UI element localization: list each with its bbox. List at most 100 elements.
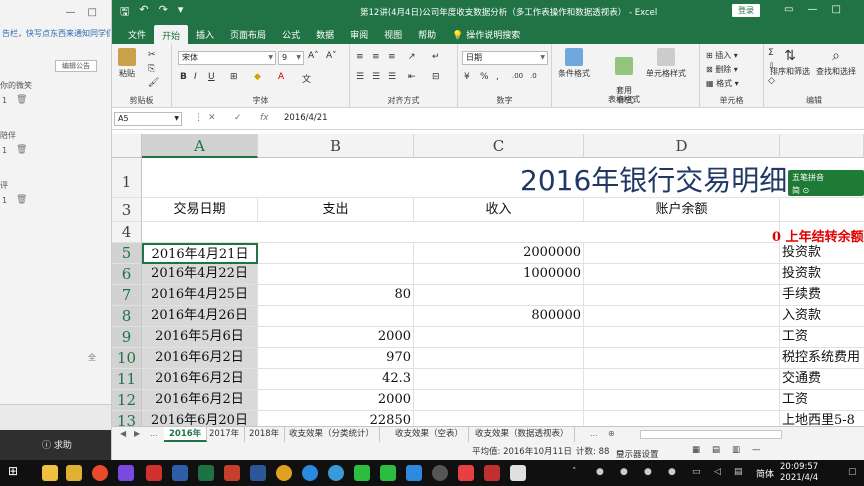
table-cell-date[interactable]: 2016年6月2日 bbox=[142, 390, 258, 411]
page-break-icon[interactable]: ▥ bbox=[732, 445, 740, 455]
table-cell-bal[interactable] bbox=[584, 285, 780, 306]
find-select-button[interactable]: ⌕ 查找和选择 bbox=[816, 48, 856, 77]
row-header[interactable]: 7 bbox=[112, 285, 142, 306]
browser-icon[interactable] bbox=[92, 465, 108, 481]
header-cell-expense[interactable]: 支出 bbox=[258, 198, 414, 222]
undo-icon[interactable]: ↶ bbox=[139, 3, 148, 22]
header-cell-income[interactable]: 收入 bbox=[414, 198, 584, 222]
table-cell-out[interactable]: 2000 bbox=[258, 390, 414, 411]
pdf-icon[interactable] bbox=[458, 465, 474, 481]
formula-input[interactable]: 2016/4/21 bbox=[284, 113, 328, 123]
tell-me-search[interactable]: 💡 操作说明搜索 bbox=[444, 25, 528, 44]
table-cell-out[interactable]: 970 bbox=[258, 348, 414, 369]
increase-decimal-icon[interactable]: .00 bbox=[512, 72, 523, 80]
sheet-tab[interactable]: 2017年 bbox=[204, 427, 246, 442]
table-cell-out[interactable]: 22850 bbox=[258, 411, 414, 426]
table-cell-bal[interactable] bbox=[584, 243, 780, 264]
table-cell-out[interactable]: 80 bbox=[258, 285, 414, 306]
tab-review[interactable]: 审阅 bbox=[342, 25, 376, 44]
cell-styles-button[interactable]: 单元格样式 bbox=[646, 48, 686, 79]
file-explorer-icon[interactable] bbox=[42, 465, 58, 481]
maximize-icon[interactable]: □ bbox=[831, 4, 840, 15]
align-center-icon[interactable]: ☰ bbox=[372, 72, 380, 82]
table-cell-date[interactable]: 2016年5月6日 bbox=[142, 327, 258, 348]
copy-icon[interactable]: ⎘ bbox=[148, 64, 155, 74]
insert-cells-button[interactable]: ⊞ 插入 ▾ bbox=[706, 50, 738, 61]
word-icon[interactable] bbox=[250, 465, 266, 481]
border-icon[interactable]: ⊞ bbox=[230, 72, 238, 82]
table-cell-date[interactable]: 2016年4月25日 bbox=[142, 285, 258, 306]
sheet-tab[interactable]: 收支效果（数据透视表） bbox=[470, 427, 575, 442]
table-cell-out[interactable]: 2000 bbox=[258, 327, 414, 348]
table-cell-in[interactable] bbox=[414, 390, 584, 411]
format-painter-icon[interactable]: 🖌 bbox=[148, 78, 159, 88]
list-item[interactable]: 你的微笑 1 🗑 bbox=[0, 80, 111, 105]
windows-start-icon[interactable]: ⊞ bbox=[8, 464, 18, 478]
video-app-icon[interactable] bbox=[146, 465, 162, 481]
decrease-font-icon[interactable]: A˅ bbox=[326, 51, 337, 61]
tab-insert[interactable]: 插入 bbox=[188, 25, 222, 44]
paste-button[interactable]: 粘贴 bbox=[118, 48, 136, 79]
ime-indicator[interactable]: 简体 bbox=[756, 467, 774, 480]
horizontal-scrollbar[interactable] bbox=[640, 430, 782, 439]
photo-app-icon[interactable] bbox=[172, 465, 188, 481]
tray-app-icon[interactable]: ● bbox=[668, 467, 676, 477]
tab-formulas[interactable]: 公式 bbox=[274, 25, 308, 44]
prev-sheet-icon[interactable]: ◀ bbox=[120, 429, 126, 438]
tab-view[interactable]: 视图 bbox=[376, 25, 410, 44]
table-cell-in[interactable] bbox=[414, 348, 584, 369]
align-bottom-icon[interactable]: ≡ bbox=[388, 52, 396, 62]
name-box[interactable]: A5 ▼ bbox=[114, 112, 182, 126]
sheet-tab[interactable]: 收支效果（空表） bbox=[390, 427, 470, 442]
row-header[interactable]: 12 bbox=[112, 390, 142, 411]
ime-toolbar[interactable]: 五笔拼音 简 ⊙ bbox=[788, 170, 864, 196]
tab-page-layout[interactable]: 页面布局 bbox=[222, 25, 274, 44]
row-header[interactable]: 9 bbox=[112, 327, 142, 348]
table-cell-bal[interactable] bbox=[584, 348, 780, 369]
align-top-icon[interactable]: ≡ bbox=[356, 52, 364, 62]
row-header[interactable]: 10 bbox=[112, 348, 142, 369]
volume-icon[interactable]: ◁ bbox=[714, 467, 721, 477]
table-cell-in[interactable]: 800000 bbox=[414, 306, 584, 327]
trash-icon[interactable]: 🗑 bbox=[16, 195, 27, 205]
wrap-text-icon[interactable]: ↵ bbox=[432, 52, 440, 62]
tab-file[interactable]: 文件 bbox=[120, 25, 154, 44]
table-cell-date[interactable]: 2016年4月26日 bbox=[142, 306, 258, 327]
chrome-icon[interactable] bbox=[276, 465, 292, 481]
minimize-icon[interactable]: — bbox=[66, 7, 76, 18]
cut-icon[interactable]: ✂ bbox=[148, 50, 156, 60]
orientation-icon[interactable]: ↗ bbox=[408, 52, 416, 62]
table-cell-note[interactable]: 工资 bbox=[780, 327, 864, 348]
table-cell-bal[interactable] bbox=[584, 327, 780, 348]
currency-icon[interactable]: ¥ bbox=[464, 72, 470, 82]
app-k-icon[interactable] bbox=[302, 465, 318, 481]
table-cell-in[interactable] bbox=[414, 285, 584, 306]
italic-icon[interactable]: I bbox=[194, 72, 197, 82]
row-header[interactable]: 11 bbox=[112, 369, 142, 390]
table-cell-bal[interactable] bbox=[584, 411, 780, 426]
decrease-decimal-icon[interactable]: .0 bbox=[530, 72, 537, 80]
app-icon[interactable] bbox=[118, 465, 134, 481]
table-cell-bal[interactable] bbox=[584, 369, 780, 390]
table-cell-note[interactable]: 上地西里5-8 bbox=[780, 411, 864, 426]
list-item[interactable]: 评 1 🗑 bbox=[0, 180, 111, 205]
table-cell-note[interactable]: 投资款 bbox=[780, 264, 864, 285]
table-cell-note[interactable]: 税控系统费用 bbox=[780, 348, 864, 369]
insert-function-icon[interactable]: fx bbox=[260, 113, 269, 123]
row-header[interactable]: 4 bbox=[112, 222, 142, 243]
row-header[interactable]: 5 bbox=[112, 243, 142, 264]
notes-icon[interactable] bbox=[510, 465, 526, 481]
wechat-work-icon[interactable] bbox=[380, 465, 396, 481]
spreadsheet-grid[interactable]: A B C D 1 3 4 5 6 7 8 9 10 11 12 13 2016年银行交易明细 五笔拼… bbox=[112, 134, 864, 426]
trash-icon[interactable]: 🗑 bbox=[16, 95, 27, 105]
comma-icon[interactable]: , bbox=[496, 72, 499, 82]
tab-help[interactable]: 帮助 bbox=[410, 25, 444, 44]
table-cell-out[interactable] bbox=[258, 306, 414, 327]
tab-home[interactable]: 开始 bbox=[154, 24, 189, 46]
percent-icon[interactable]: % bbox=[480, 72, 489, 82]
page-layout-icon[interactable]: ▤ bbox=[712, 445, 720, 455]
row-header[interactable]: 3 bbox=[112, 198, 142, 222]
trash-icon[interactable]: 🗑 bbox=[16, 145, 27, 155]
excel-taskbar-icon[interactable] bbox=[198, 465, 214, 481]
align-right-icon[interactable]: ☰ bbox=[388, 72, 396, 82]
